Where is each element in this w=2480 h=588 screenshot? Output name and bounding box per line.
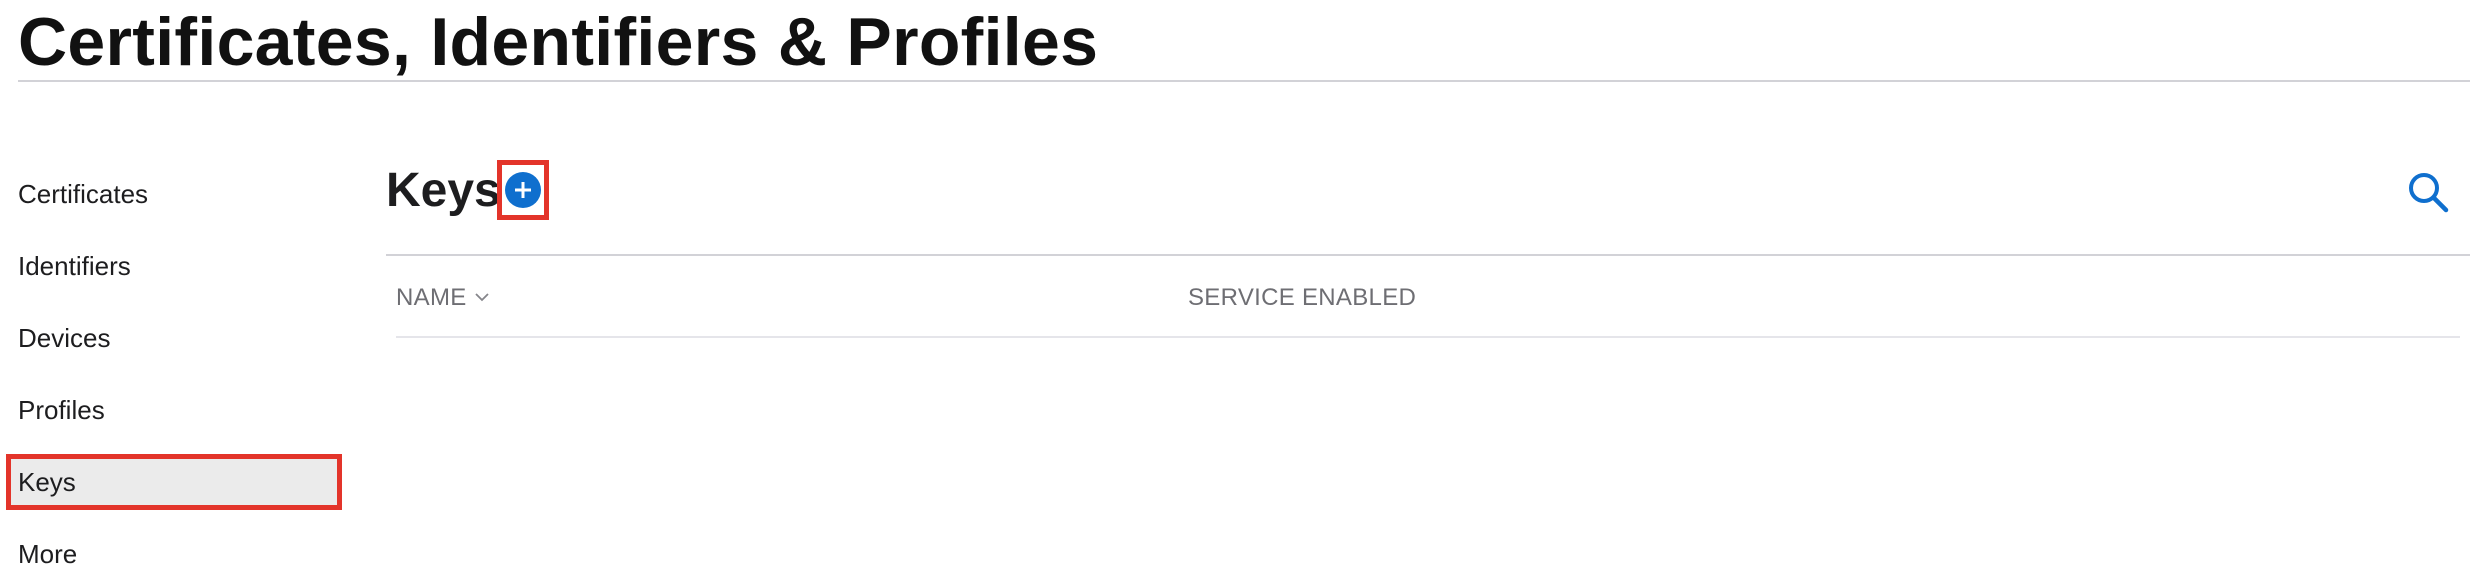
sidebar-item-label: Profiles (18, 395, 105, 425)
section-title: Keys (386, 164, 501, 217)
column-header-label: NAME (396, 284, 467, 311)
column-header-label: SERVICE ENABLED (1188, 284, 1417, 311)
sidebar-item-devices[interactable]: Devices (0, 310, 340, 366)
plus-circle-icon (505, 172, 541, 208)
header-divider (386, 254, 2470, 256)
sidebar-item-label: Certificates (18, 179, 149, 209)
sidebar-item-label: Keys (18, 467, 76, 497)
table-header: NAME SERVICE ENABLED (396, 276, 2460, 332)
column-header-name[interactable]: NAME (396, 276, 489, 320)
sidebar-item-label: Identifiers (18, 251, 131, 281)
sidebar-item-more[interactable]: More (0, 526, 340, 582)
sidebar-item-identifiers[interactable]: Identifiers (0, 238, 340, 294)
sidebar-item-label: More (18, 539, 78, 569)
chevron-down-icon (474, 293, 489, 301)
sidebar-item-label: Devices (18, 323, 111, 353)
title-divider (18, 80, 2470, 82)
sidebar-item-certificates[interactable]: Certificates (0, 166, 340, 222)
column-header-service-enabled[interactable]: SERVICE ENABLED (1188, 276, 1416, 320)
search-icon (2409, 173, 2449, 213)
table-header-divider (396, 336, 2460, 338)
search-button[interactable] (2404, 168, 2452, 216)
sidebar-item-profiles[interactable]: Profiles (0, 382, 340, 438)
sidebar-item-keys[interactable]: Keys (6, 454, 342, 510)
page-title: Certificates, Identifiers & Profiles (18, 4, 1099, 80)
add-key-button[interactable] (497, 160, 549, 220)
